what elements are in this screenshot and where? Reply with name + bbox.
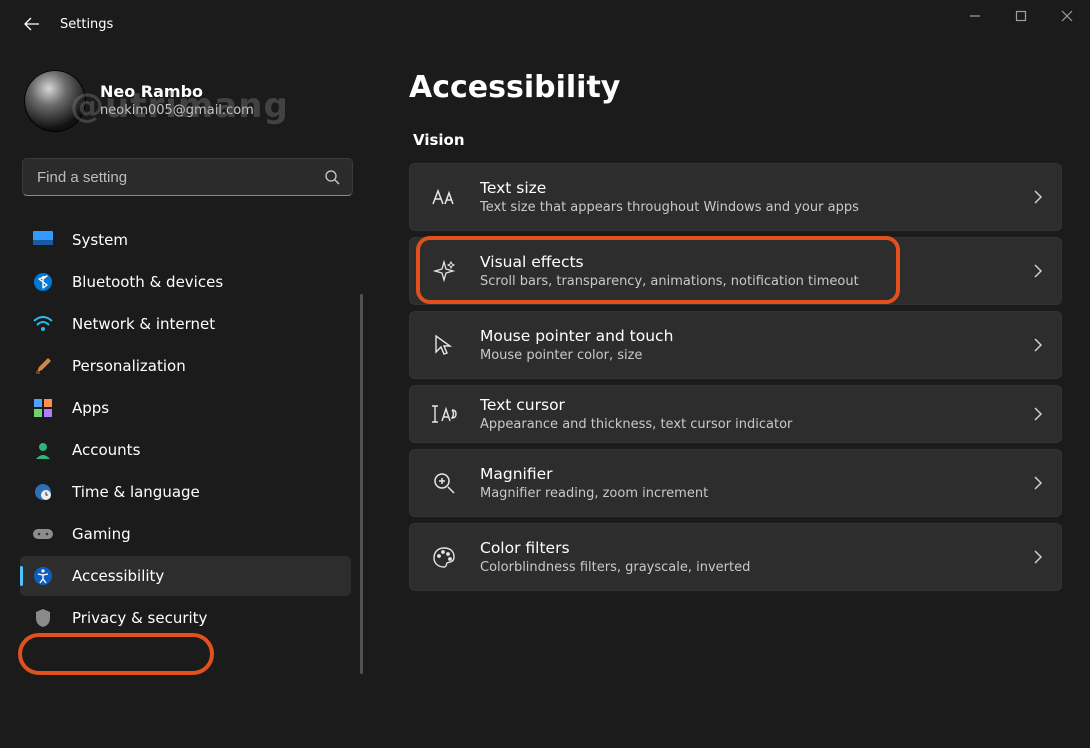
sidebar-item-label: Gaming [72,525,131,543]
section-label: Vision [413,131,1062,149]
main-panel: Accessibility Vision Text size Text size… [365,48,1090,748]
sidebar-item-system[interactable]: System [20,220,351,260]
sidebar-item-label: Network & internet [72,315,215,333]
text-cursor-icon [430,400,458,428]
apps-icon [32,397,54,419]
cursor-icon [430,331,458,359]
sparkle-icon [430,257,458,285]
chevron-right-icon [1033,406,1043,422]
card-text: Visual effects Scroll bars, transparency… [480,252,1011,290]
minimize-icon [969,10,981,22]
card-subtitle: Scroll bars, transparency, animations, n… [480,273,1011,291]
minimize-button[interactable] [952,0,998,32]
shield-icon [32,607,54,629]
card-title: Color filters [480,538,1011,559]
card-title: Text cursor [480,395,1011,416]
monitor-icon [32,229,54,251]
chevron-right-icon [1033,263,1043,279]
person-icon [32,439,54,461]
card-color-filters[interactable]: Color filters Colorblindness filters, gr… [409,523,1062,591]
card-title: Magnifier [480,464,1011,485]
maximize-button[interactable] [998,0,1044,32]
card-subtitle: Mouse pointer color, size [480,347,1011,365]
settings-window: Settings @utrimang Neo Rambo neokim005@g… [0,0,1090,748]
sidebar-item-gaming[interactable]: Gaming [20,514,351,554]
close-icon [1061,10,1073,22]
paintbrush-icon [32,355,54,377]
chevron-right-icon [1033,337,1043,353]
gamepad-icon [32,523,54,545]
sidebar-item-personalization[interactable]: Personalization [20,346,351,386]
sidebar-item-label: Privacy & security [72,609,207,627]
sidebar-item-privacy[interactable]: Privacy & security [20,598,351,638]
card-text: Text size Text size that appears through… [480,178,1011,216]
close-button[interactable] [1044,0,1090,32]
card-title: Text size [480,178,1011,199]
profile-email: neokim005@gmail.com [100,103,254,120]
profile-text: Neo Rambo neokim005@gmail.com [100,82,254,120]
annotation-nav-highlight [18,633,214,675]
clock-globe-icon [32,481,54,503]
search-box[interactable] [22,158,353,196]
card-subtitle: Appearance and thickness, text cursor in… [480,416,1011,434]
card-text: Magnifier Magnifier reading, zoom increm… [480,464,1011,502]
card-text: Text cursor Appearance and thickness, te… [480,395,1011,433]
magnifier-plus-icon [430,469,458,497]
sidebar-item-label: Time & language [72,483,200,501]
card-text-size[interactable]: Text size Text size that appears through… [409,163,1062,231]
sidebar-item-bluetooth[interactable]: Bluetooth & devices [20,262,351,302]
text-size-icon [430,183,458,211]
sidebar-item-accounts[interactable]: Accounts [20,430,351,470]
sidebar-item-label: System [72,231,128,249]
page-title: Accessibility [409,70,1062,105]
sidebar-item-label: Accessibility [72,567,164,585]
profile-block[interactable]: Neo Rambo neokim005@gmail.com [20,70,359,132]
maximize-icon [1015,10,1027,22]
nav-list: System Bluetooth & devices Network & int… [20,220,359,638]
card-subtitle: Text size that appears throughout Window… [480,199,1011,217]
sidebar-item-network[interactable]: Network & internet [20,304,351,344]
card-text: Color filters Colorblindness filters, gr… [480,538,1011,576]
sidebar-scrollbar[interactable] [360,294,363,674]
card-text-cursor[interactable]: Text cursor Appearance and thickness, te… [409,385,1062,443]
sidebar-item-label: Accounts [72,441,140,459]
profile-name: Neo Rambo [100,82,254,103]
settings-card-list: Text size Text size that appears through… [409,163,1062,591]
window-controls [952,0,1090,40]
search-icon [324,169,340,185]
bluetooth-icon [32,271,54,293]
search-input[interactable] [35,168,324,187]
card-text: Mouse pointer and touch Mouse pointer co… [480,326,1011,364]
palette-icon [430,543,458,571]
accessibility-icon [32,565,54,587]
sidebar-item-label: Bluetooth & devices [72,273,223,291]
chevron-right-icon [1033,549,1043,565]
arrow-left-icon [24,16,40,32]
sidebar-item-apps[interactable]: Apps [20,388,351,428]
card-mouse-pointer[interactable]: Mouse pointer and touch Mouse pointer co… [409,311,1062,379]
sidebar-item-label: Apps [72,399,109,417]
card-subtitle: Colorblindness filters, grayscale, inver… [480,559,1011,577]
back-button[interactable] [22,14,42,34]
avatar [24,70,86,132]
chevron-right-icon [1033,475,1043,491]
sidebar-item-time[interactable]: Time & language [20,472,351,512]
sidebar-item-label: Personalization [72,357,186,375]
sidebar-item-accessibility[interactable]: Accessibility [20,556,351,596]
card-title: Visual effects [480,252,1011,273]
card-subtitle: Magnifier reading, zoom increment [480,485,1011,503]
chevron-right-icon [1033,189,1043,205]
wifi-icon [32,313,54,335]
titlebar: Settings [0,0,1090,48]
card-visual-effects[interactable]: Visual effects Scroll bars, transparency… [409,237,1062,305]
card-title: Mouse pointer and touch [480,326,1011,347]
card-magnifier[interactable]: Magnifier Magnifier reading, zoom increm… [409,449,1062,517]
sidebar: @utrimang Neo Rambo neokim005@gmail.com [0,48,365,748]
window-title: Settings [60,17,113,32]
